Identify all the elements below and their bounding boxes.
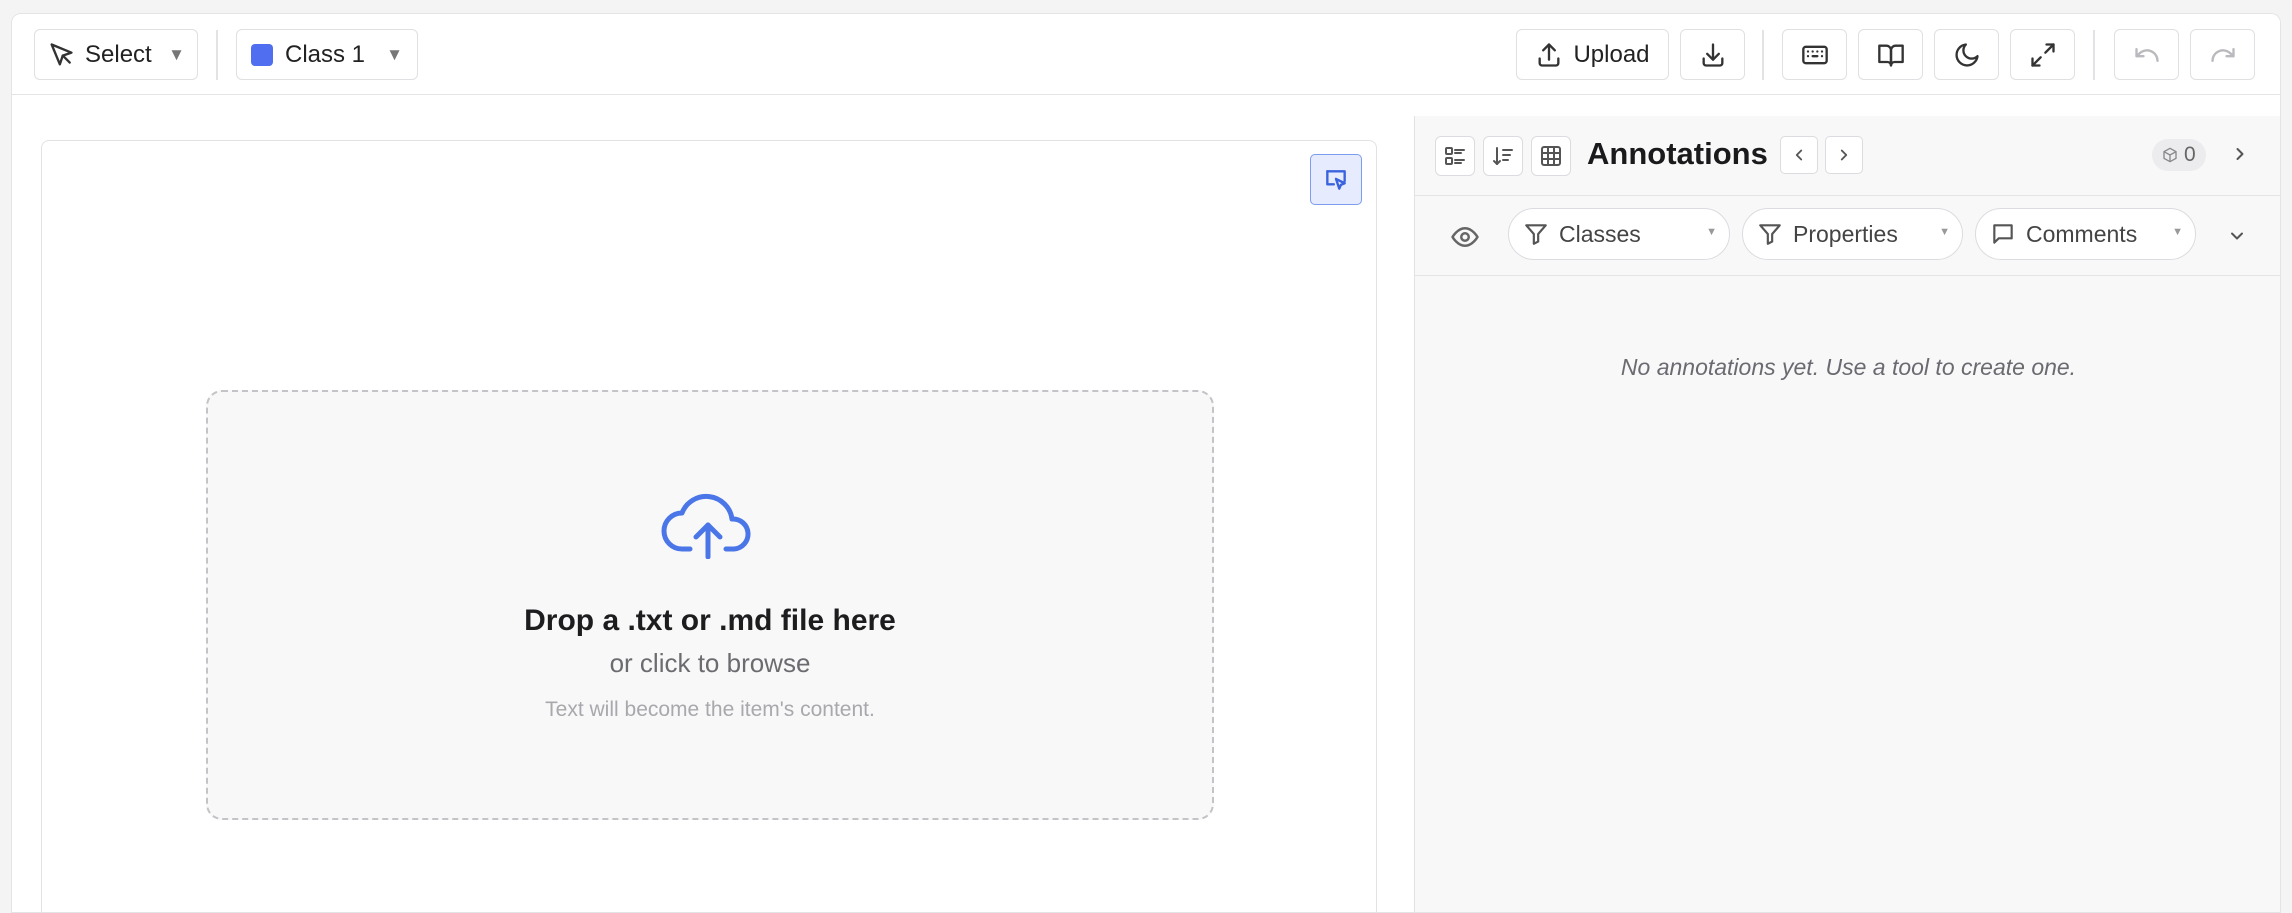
annotations-panel-header: Annotations 0 — [1415, 116, 2280, 196]
dropzone-browse-link[interactable]: or click to browse — [208, 648, 1212, 679]
chevron-down-icon: ▼ — [1706, 226, 1717, 238]
docs-button[interactable] — [1858, 29, 1923, 80]
fullscreen-button[interactable] — [2010, 29, 2075, 80]
toolbar-divider — [216, 30, 218, 80]
upload-icon — [1538, 42, 1560, 67]
annotation-filters: Classes ▼ Properties ▼ Comments ▼ — [1415, 196, 2280, 276]
annotation-count: 0 — [2184, 143, 2196, 166]
cube-icon — [2163, 147, 2177, 163]
filter-properties-label: Properties — [1793, 220, 1898, 247]
filter-classes[interactable]: Classes ▼ — [1508, 208, 1730, 260]
download-icon — [1702, 42, 1723, 67]
book-open-icon — [1877, 44, 1904, 67]
cursor-arrow-icon — [50, 42, 73, 65]
filter-comments-label: Comments — [2026, 220, 2138, 247]
tool-select-label: Select — [85, 40, 152, 68]
toolbar: Select ▼ Class 1 ▼ Upload — [12, 14, 2280, 95]
collapse-panel-button[interactable] — [2230, 144, 2250, 169]
grid-icon — [1541, 146, 1561, 166]
file-dropzone[interactable]: Drop a .txt or .md file here or click to… — [206, 390, 1214, 820]
download-button[interactable] — [1680, 29, 1745, 80]
toolbar-divider — [2093, 30, 2095, 80]
previous-annotation-button[interactable] — [1780, 136, 1818, 174]
next-annotation-button[interactable] — [1825, 136, 1863, 174]
eye-icon — [1451, 227, 1479, 247]
chevron-down-icon: ▼ — [168, 44, 185, 64]
list-view-button[interactable] — [1435, 136, 1475, 176]
filter-classes-label: Classes — [1559, 220, 1641, 247]
keyboard-icon — [1801, 45, 1828, 64]
moon-icon — [1954, 42, 1979, 67]
filter-icon — [1759, 224, 1781, 245]
chevron-right-icon — [1840, 149, 1848, 161]
chevron-right-icon — [2236, 148, 2244, 160]
dropzone-hint: Text will become the item's content. — [545, 698, 875, 721]
toolbar-divider — [1762, 30, 1764, 80]
table-view-button[interactable] — [1531, 136, 1571, 176]
chevron-down-icon: ▼ — [1939, 226, 1950, 238]
chevron-down-icon: ▼ — [2172, 226, 2183, 238]
comment-icon — [1993, 224, 2013, 244]
empty-annotations-message: No annotations yet. Use a tool to create… — [1620, 354, 2077, 380]
dropzone-title: Drop a .txt or .md file here — [524, 604, 896, 637]
visibility-toggle[interactable] — [1450, 222, 1480, 257]
annotations-panel: Annotations 0 Classes ▼ Properties ▼ Com… — [1414, 116, 2280, 912]
panel-title: Annotations — [1587, 136, 1768, 171]
class-color-swatch — [251, 43, 273, 66]
expand-icon — [2030, 42, 2055, 67]
cloud-upload-icon — [660, 487, 756, 560]
annotation-count-badge: 0 — [2152, 139, 2206, 171]
tool-select-dropdown[interactable]: Select ▼ — [34, 29, 198, 80]
class-select-label: Class 1 — [285, 40, 366, 68]
filter-comments[interactable]: Comments ▼ — [1975, 208, 2196, 260]
redo-button[interactable] — [2190, 29, 2255, 80]
chevron-down-icon — [2231, 232, 2243, 240]
undo-icon — [2134, 47, 2159, 62]
list-view-icon — [1445, 147, 1465, 165]
sort-button[interactable] — [1483, 136, 1523, 176]
keyboard-shortcuts-button[interactable] — [1782, 29, 1847, 80]
redo-icon — [2210, 47, 2235, 62]
select-text-tool-button[interactable] — [1310, 154, 1362, 205]
expand-filters-button[interactable] — [2227, 226, 2247, 251]
chevron-down-icon: ▼ — [386, 44, 403, 64]
class-select-dropdown[interactable]: Class 1 ▼ — [236, 29, 418, 80]
text-cursor-select-icon — [1326, 169, 1346, 190]
filter-properties[interactable]: Properties ▼ — [1742, 208, 1963, 260]
filter-icon — [1525, 224, 1547, 245]
upload-button[interactable]: Upload — [1516, 29, 1669, 80]
upload-label: Upload — [1573, 40, 1650, 68]
undo-button[interactable] — [2114, 29, 2179, 80]
annotation-app: Select ▼ Class 1 ▼ Upload Drop a .txt or… — [11, 13, 2281, 913]
sort-icon — [1493, 147, 1513, 165]
chevron-left-icon — [1795, 149, 1803, 161]
theme-toggle-button[interactable] — [1934, 29, 1999, 80]
